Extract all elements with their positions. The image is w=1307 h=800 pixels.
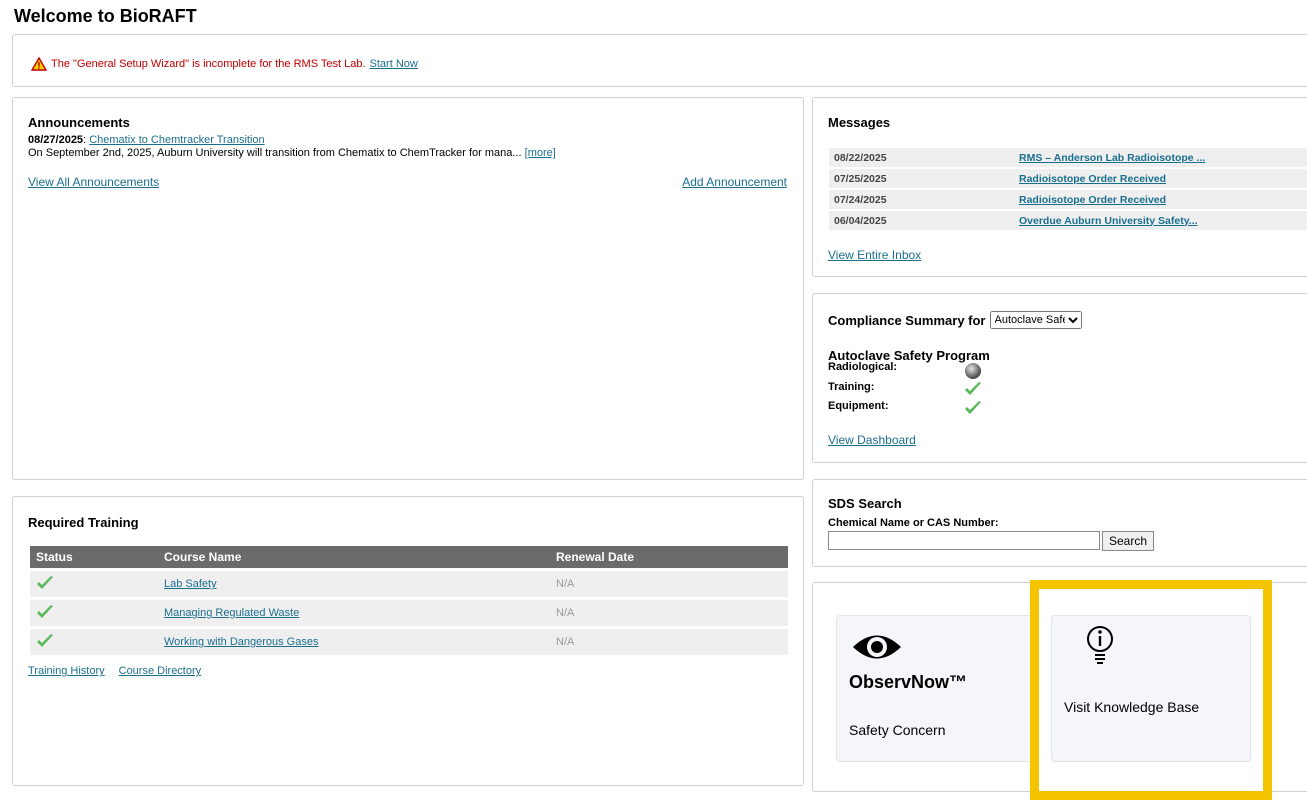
announcement-title-link[interactable]: Chematix to Chemtracker Transition: [89, 134, 264, 146]
sds-title: SDS Search: [828, 496, 902, 511]
course-directory-link[interactable]: Course Directory: [119, 665, 202, 677]
message-date: 08/22/2025: [829, 148, 1014, 169]
announcement-more-link[interactable]: [more]: [525, 147, 556, 159]
table-row[interactable]: 06/04/2025 Overdue Auburn University Saf…: [829, 210, 1307, 232]
wizard-message-text: The "General Setup Wizard" is incomplete…: [51, 58, 366, 70]
check-icon: [37, 575, 53, 589]
add-announcement-link[interactable]: Add Announcement: [682, 175, 787, 189]
messages-title: Messages: [828, 115, 891, 130]
renewal-cell: N/A: [550, 597, 788, 628]
table-row: Lab Safety N/A: [30, 568, 788, 599]
announcements-title: Announcements: [28, 115, 130, 130]
message-subject-link[interactable]: Radioisotope Order Received: [1014, 189, 1307, 211]
status-cell: [30, 568, 158, 599]
check-icon: [965, 382, 981, 395]
table-row[interactable]: 08/22/2025 RMS – Anderson Lab Radioisoto…: [829, 148, 1307, 169]
announcement-item: 08/27/2025: Chematix to Chemtracker Tran…: [28, 134, 265, 146]
check-icon: [37, 633, 53, 647]
course-link[interactable]: Lab Safety: [164, 578, 217, 590]
program-select[interactable]: Autoclave Safety Program: [989, 311, 1082, 329]
start-now-link[interactable]: Start Now: [370, 58, 418, 70]
training-history-link[interactable]: Training History: [28, 665, 105, 677]
announcement-date: 08/27/2025: [28, 134, 84, 146]
message-date: 07/24/2025: [829, 189, 1014, 211]
setup-wizard-banner: The "General Setup Wizard" is incomplete…: [12, 34, 1307, 87]
compliance-summary-panel: Compliance Summary for Autoclave Safety …: [812, 293, 1307, 463]
sds-field-label: Chemical Name or CAS Number:: [828, 517, 999, 529]
message-date: 07/25/2025: [829, 168, 1014, 190]
training-label: Training:: [828, 381, 875, 393]
message-date: 06/04/2025: [829, 210, 1014, 232]
compliance-title: Compliance Summary for: [828, 312, 986, 328]
observnow-tile[interactable]: ObservNow™ Safety Concern: [836, 615, 1034, 762]
highlight-box: [1030, 580, 1272, 800]
training-links: Training History Course Directory: [28, 665, 201, 677]
equipment-label: Equipment:: [828, 400, 889, 412]
course-link[interactable]: Managing Regulated Waste: [164, 607, 299, 619]
announcements-panel: Announcements 08/27/2025: Chematix to Ch…: [12, 97, 804, 480]
column-status: Status: [30, 546, 158, 570]
page-title: Welcome to BioRAFT: [14, 6, 197, 26]
safety-concern-label: Safety Concern: [849, 722, 946, 738]
search-button[interactable]: Search: [1102, 531, 1155, 551]
radiological-label: Radiological:: [828, 361, 898, 373]
message-subject-link[interactable]: RMS – Anderson Lab Radioisotope ...: [1014, 148, 1307, 169]
message-subject-link[interactable]: Overdue Auburn University Safety...: [1014, 210, 1307, 232]
renewal-cell: N/A: [550, 626, 788, 655]
table-row: Managing Regulated Waste N/A: [30, 597, 788, 628]
message-subject-link[interactable]: Radioisotope Order Received: [1014, 168, 1307, 190]
warning-icon: [31, 57, 47, 71]
renewal-cell: N/A: [550, 568, 788, 599]
status-cell: [30, 626, 158, 655]
announcement-summary: On September 2nd, 2025, Auburn Universit…: [28, 147, 522, 159]
table-row[interactable]: 07/25/2025 Radioisotope Order Received: [829, 168, 1307, 190]
column-course-name: Course Name: [158, 546, 550, 570]
training-table: Status Course Name Renewal Date Lab Safe…: [30, 546, 788, 655]
column-renewal-date: Renewal Date: [550, 546, 788, 570]
status-cell: [30, 597, 158, 628]
sds-search-panel: SDS Search Chemical Name or CAS Number: …: [812, 479, 1307, 567]
messages-panel: Messages 08/22/2025 RMS – Anderson Lab R…: [812, 97, 1307, 277]
table-row: Working with Dangerous Gases N/A: [30, 626, 788, 655]
table-row[interactable]: 07/24/2025 Radioisotope Order Received: [829, 189, 1307, 211]
required-training-title: Required Training: [28, 515, 139, 530]
view-all-announcements-link[interactable]: View All Announcements: [28, 175, 159, 189]
course-link[interactable]: Working with Dangerous Gases: [164, 636, 318, 648]
gray-sphere-icon: [965, 363, 981, 379]
observnow-brand: ObservNow™: [849, 672, 968, 692]
compliance-title-row: Compliance Summary for Autoclave Safety …: [828, 311, 1082, 329]
course-cell: Lab Safety: [158, 568, 550, 599]
view-entire-inbox-link[interactable]: View Entire Inbox: [828, 248, 921, 262]
required-training-panel: Required Training Status Course Name Ren…: [12, 496, 804, 786]
check-icon: [37, 604, 53, 618]
announcement-summary-row: On September 2nd, 2025, Auburn Universit…: [28, 147, 556, 159]
wizard-message: The "General Setup Wizard" is incomplete…: [31, 57, 418, 71]
messages-table: 08/22/2025 RMS – Anderson Lab Radioisoto…: [829, 148, 1307, 232]
course-cell: Managing Regulated Waste: [158, 597, 550, 628]
sds-search-input[interactable]: [828, 531, 1100, 550]
course-cell: Working with Dangerous Gases: [158, 626, 550, 655]
training-table-header: Status Course Name Renewal Date: [30, 546, 788, 570]
eye-icon: [853, 635, 901, 659]
view-dashboard-link[interactable]: View Dashboard: [828, 433, 916, 447]
check-icon: [965, 401, 981, 414]
